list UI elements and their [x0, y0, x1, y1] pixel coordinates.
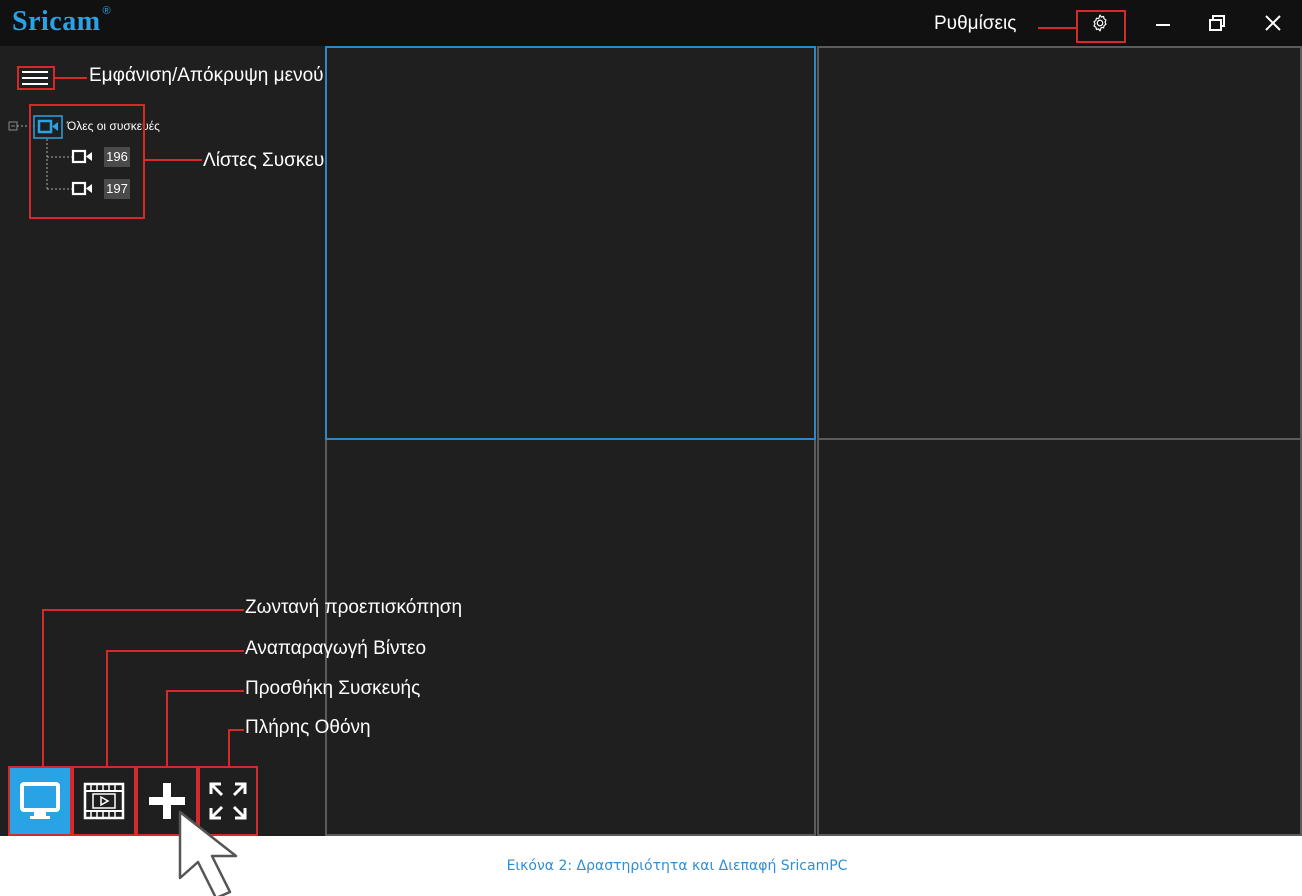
menu-icon-bar — [22, 83, 48, 85]
mouse-pointer-icon — [178, 810, 238, 896]
close-button[interactable] — [1256, 8, 1290, 38]
video-cell-2[interactable] — [817, 46, 1302, 440]
figure-caption: Εικόνα 2: Δραστηριότητα και Διεπαφή Sric… — [506, 858, 848, 874]
video-cell-1[interactable] — [325, 46, 816, 440]
playback-annotation-line — [106, 650, 108, 767]
menu-icon-bar — [22, 77, 48, 79]
add-device-annotation-line — [166, 690, 168, 767]
fullscreen-annotation-line — [228, 729, 230, 767]
live-preview-annotation-line — [42, 609, 44, 767]
film-play-icon — [83, 782, 125, 820]
app-window: Sricam ® Ρυθμίσεις Εμφάνιση/Απόκρυψη μεν… — [0, 0, 1302, 836]
add-device-annotation-label: Προσθήκη Συσκευής — [245, 678, 421, 699]
fullscreen-annotation-label: Πλήρης Οθόνη — [245, 717, 371, 738]
fullscreen-annotation-line — [228, 729, 244, 731]
settings-annotation-label: Ρυθμίσεις — [934, 13, 1017, 34]
restore-icon — [1209, 15, 1225, 31]
title-bar: Sricam ® Ρυθμίσεις — [0, 0, 1302, 46]
settings-annotation-line — [1038, 27, 1076, 29]
close-icon — [1265, 15, 1281, 31]
menu-toggle-annotation-label: Εμφάνιση/Απόκρυψη μενού — [89, 65, 324, 86]
playback-annotation-label: Αναπαραγωγή Βίντεο — [245, 638, 427, 659]
restore-button[interactable] — [1200, 8, 1234, 38]
monitor-icon — [20, 782, 60, 819]
menu-icon — [22, 71, 48, 73]
menu-toggle-button[interactable] — [22, 71, 52, 86]
video-cell-3[interactable] — [325, 438, 816, 836]
menu-toggle-annotation-line — [55, 77, 87, 79]
minimize-icon — [1156, 24, 1170, 26]
settings-button[interactable] — [1083, 8, 1117, 38]
video-cell-4[interactable] — [817, 438, 1302, 836]
playback-annotation-line — [106, 650, 244, 652]
device-list-annotation-line — [145, 159, 202, 161]
gear-icon — [1093, 14, 1107, 32]
live-preview-button[interactable] — [8, 766, 72, 836]
device-list-annotation-box — [29, 104, 145, 219]
minimize-button[interactable] — [1146, 8, 1180, 38]
live-preview-annotation-line — [42, 609, 244, 611]
app-logo: Sricam ® — [12, 4, 112, 37]
add-device-annotation-line — [166, 690, 244, 692]
live-preview-annotation-label: Ζωντανή προεπισκόπηση — [245, 597, 463, 618]
playback-button[interactable] — [72, 766, 136, 836]
